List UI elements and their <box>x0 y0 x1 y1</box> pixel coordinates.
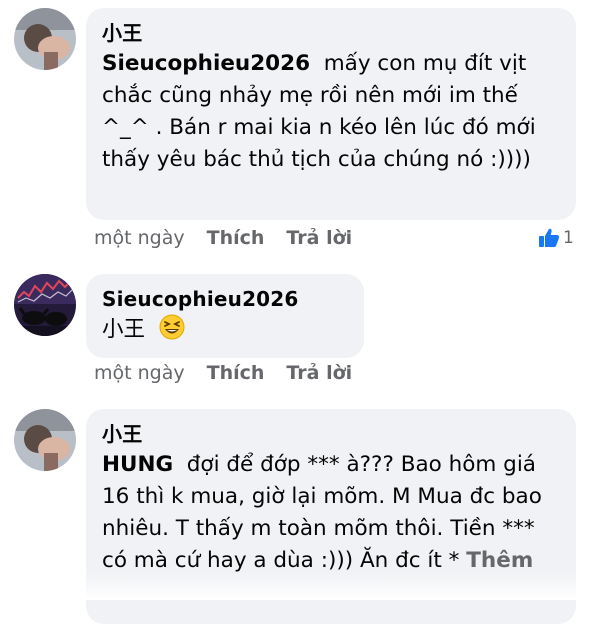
comment-body-tail: Ăn đc ít * <box>359 548 460 573</box>
comment-timestamp[interactable]: một ngày <box>94 226 185 250</box>
person-photo-avatar-icon <box>14 409 76 471</box>
thumbs-up-icon <box>539 228 560 247</box>
reply-button[interactable]: Trả lời <box>286 361 352 385</box>
reaction-count: 1 <box>563 228 574 248</box>
comment-timestamp[interactable]: một ngày <box>94 361 185 385</box>
comment-bubble: Sieucophieu2026 小王 <box>86 274 364 358</box>
like-button[interactable]: Thích <box>207 361 265 385</box>
reaction-summary[interactable]: 1 <box>538 228 574 248</box>
comment-author[interactable]: Sieucophieu2026 <box>102 284 350 314</box>
bottom-fade <box>0 572 600 600</box>
mentioned-user[interactable]: Sieucophieu2026 <box>102 51 310 76</box>
comment-author[interactable]: 小王 <box>102 419 562 449</box>
see-more-link[interactable]: Thêm <box>466 548 533 573</box>
mentioned-user[interactable]: HUNG <box>102 452 173 477</box>
comment-actions: một ngày Thích Trả lời <box>94 226 352 250</box>
comment-bubble: 小王 Sieucophieu2026 mấy con mụ đít vịt ch… <box>86 8 576 220</box>
comment-text: Sieucophieu2026 mấy con mụ đít vịt chắc … <box>102 48 562 176</box>
reply-button[interactable]: Trả lời <box>286 226 352 250</box>
like-button[interactable]: Thích <box>207 226 265 250</box>
commenter-avatar[interactable] <box>14 409 76 471</box>
comment-text: 小王 <box>102 314 350 346</box>
comment-text: HUNG đợi để đớp *** à??? Bao hôm giá 16 … <box>102 449 562 577</box>
stock-chart-bull-bear-avatar-icon <box>14 274 76 336</box>
comment-actions: một ngày Thích Trả lời <box>94 361 352 385</box>
mentioned-user[interactable]: 小王 <box>102 317 145 342</box>
commenter-avatar[interactable] <box>14 274 76 336</box>
comment-author[interactable]: 小王 <box>102 18 562 48</box>
person-photo-avatar-icon <box>14 8 76 70</box>
grinning-squinting-face-emoji-icon <box>159 314 185 340</box>
commenter-avatar[interactable] <box>14 8 76 70</box>
